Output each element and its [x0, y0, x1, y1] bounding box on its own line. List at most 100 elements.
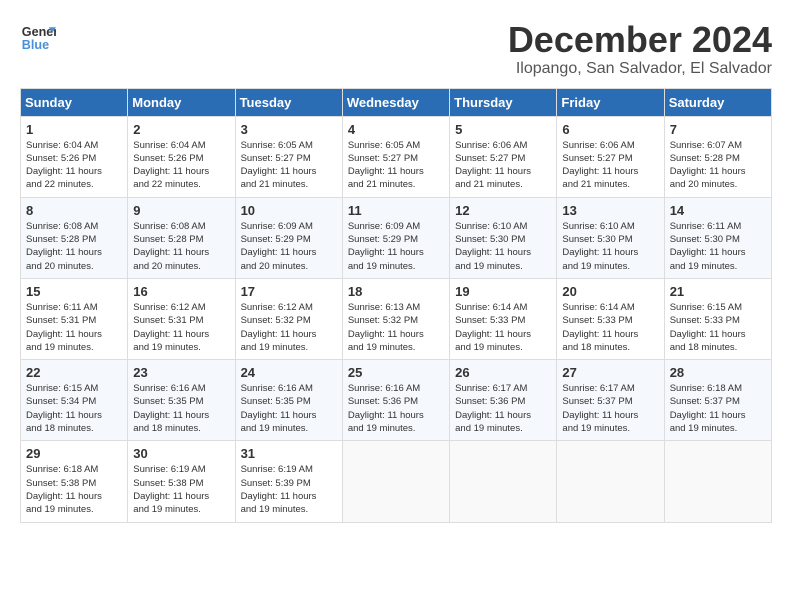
- day-of-week-header: Tuesday: [235, 88, 342, 116]
- day-number: 14: [670, 203, 766, 218]
- calendar-body: 1 Sunrise: 6:04 AM Sunset: 5:26 PM Daylig…: [21, 116, 772, 522]
- calendar-day-cell: 21Sunrise: 6:15 AM Sunset: 5:33 PM Dayli…: [664, 278, 771, 359]
- calendar-day-cell: 15Sunrise: 6:11 AM Sunset: 5:31 PM Dayli…: [21, 278, 128, 359]
- day-number: 11: [348, 203, 444, 218]
- month-title: December 2024: [508, 20, 772, 60]
- calendar-day-cell: 26Sunrise: 6:17 AM Sunset: 5:36 PM Dayli…: [450, 360, 557, 441]
- day-info: Sunrise: 6:08 AM Sunset: 5:28 PM Dayligh…: [26, 220, 122, 273]
- calendar-day-cell: 14Sunrise: 6:11 AM Sunset: 5:30 PM Dayli…: [664, 197, 771, 278]
- calendar-day-cell: 11 Sunrise: 6:09 AM Sunset: 5:29 PM Dayli…: [342, 197, 449, 278]
- calendar-week-row: 15Sunrise: 6:11 AM Sunset: 5:31 PM Dayli…: [21, 278, 772, 359]
- day-number: 12: [455, 203, 551, 218]
- day-info: Sunrise: 6:14 AM Sunset: 5:33 PM Dayligh…: [562, 301, 658, 354]
- calendar-day-cell: [450, 441, 557, 522]
- day-of-week-header: Friday: [557, 88, 664, 116]
- day-info: Sunrise: 6:09 AM Sunset: 5:29 PM Dayligh…: [348, 220, 444, 273]
- location-title: Ilopango, San Salvador, El Salvador: [508, 60, 772, 78]
- calendar-table: SundayMondayTuesdayWednesdayThursdayFrid…: [20, 88, 772, 523]
- day-info: Sunrise: 6:05 AM Sunset: 5:27 PM Dayligh…: [348, 139, 444, 192]
- day-number: 18: [348, 284, 444, 299]
- calendar-day-cell: 5 Sunrise: 6:06 AM Sunset: 5:27 PM Daylig…: [450, 116, 557, 197]
- day-number: 21: [670, 284, 766, 299]
- calendar-day-cell: 1 Sunrise: 6:04 AM Sunset: 5:26 PM Daylig…: [21, 116, 128, 197]
- day-info: Sunrise: 6:07 AM Sunset: 5:28 PM Dayligh…: [670, 139, 766, 192]
- day-number: 4: [348, 122, 444, 137]
- calendar-day-cell: 28 Sunrise: 6:18 AM Sunset: 5:37 PM Dayli…: [664, 360, 771, 441]
- day-number: 3: [241, 122, 337, 137]
- day-info: Sunrise: 6:13 AM Sunset: 5:32 PM Dayligh…: [348, 301, 444, 354]
- day-info: Sunrise: 6:06 AM Sunset: 5:27 PM Dayligh…: [455, 139, 551, 192]
- day-of-week-header: Sunday: [21, 88, 128, 116]
- day-number: 1: [26, 122, 122, 137]
- day-of-week-header: Monday: [128, 88, 235, 116]
- day-info: Sunrise: 6:16 AM Sunset: 5:35 PM Dayligh…: [133, 382, 229, 435]
- day-number: 20: [562, 284, 658, 299]
- day-info: Sunrise: 6:18 AM Sunset: 5:38 PM Dayligh…: [26, 463, 122, 516]
- day-number: 23: [133, 365, 229, 380]
- calendar-day-cell: 7 Sunrise: 6:07 AM Sunset: 5:28 PM Daylig…: [664, 116, 771, 197]
- day-number: 9: [133, 203, 229, 218]
- day-number: 31: [241, 446, 337, 461]
- day-of-week-header: Saturday: [664, 88, 771, 116]
- calendar-day-cell: 12Sunrise: 6:10 AM Sunset: 5:30 PM Dayli…: [450, 197, 557, 278]
- calendar-day-cell: 18 Sunrise: 6:13 AM Sunset: 5:32 PM Dayli…: [342, 278, 449, 359]
- calendar-day-cell: 27 Sunrise: 6:17 AM Sunset: 5:37 PM Dayli…: [557, 360, 664, 441]
- calendar-day-cell: 2 Sunrise: 6:04 AM Sunset: 5:26 PM Daylig…: [128, 116, 235, 197]
- day-info: Sunrise: 6:10 AM Sunset: 5:30 PM Dayligh…: [562, 220, 658, 273]
- calendar-day-cell: 13Sunrise: 6:10 AM Sunset: 5:30 PM Dayli…: [557, 197, 664, 278]
- svg-text:Blue: Blue: [22, 38, 49, 52]
- calendar-day-cell: 17 Sunrise: 6:12 AM Sunset: 5:32 PM Dayli…: [235, 278, 342, 359]
- day-of-week-header: Wednesday: [342, 88, 449, 116]
- day-info: Sunrise: 6:17 AM Sunset: 5:36 PM Dayligh…: [455, 382, 551, 435]
- day-number: 5: [455, 122, 551, 137]
- calendar-day-cell: 31 Sunrise: 6:19 AM Sunset: 5:39 PM Dayli…: [235, 441, 342, 522]
- day-number: 30: [133, 446, 229, 461]
- day-info: Sunrise: 6:06 AM Sunset: 5:27 PM Dayligh…: [562, 139, 658, 192]
- day-number: 6: [562, 122, 658, 137]
- title-area: December 2024 Ilopango, San Salvador, El…: [508, 20, 772, 78]
- day-number: 28: [670, 365, 766, 380]
- calendar-day-cell: 4 Sunrise: 6:05 AM Sunset: 5:27 PM Daylig…: [342, 116, 449, 197]
- day-info: Sunrise: 6:04 AM Sunset: 5:26 PM Dayligh…: [133, 139, 229, 192]
- calendar-day-cell: 30Sunrise: 6:19 AM Sunset: 5:38 PM Dayli…: [128, 441, 235, 522]
- calendar-day-cell: [557, 441, 664, 522]
- day-number: 17: [241, 284, 337, 299]
- day-info: Sunrise: 6:19 AM Sunset: 5:39 PM Dayligh…: [241, 463, 337, 516]
- day-number: 19: [455, 284, 551, 299]
- day-number: 25: [348, 365, 444, 380]
- day-info: Sunrise: 6:12 AM Sunset: 5:32 PM Dayligh…: [241, 301, 337, 354]
- day-number: 29: [26, 446, 122, 461]
- day-info: Sunrise: 6:16 AM Sunset: 5:35 PM Dayligh…: [241, 382, 337, 435]
- day-info: Sunrise: 6:14 AM Sunset: 5:33 PM Dayligh…: [455, 301, 551, 354]
- day-info: Sunrise: 6:11 AM Sunset: 5:31 PM Dayligh…: [26, 301, 122, 354]
- day-number: 10: [241, 203, 337, 218]
- calendar-day-cell: [664, 441, 771, 522]
- day-number: 22: [26, 365, 122, 380]
- calendar-day-cell: 9 Sunrise: 6:08 AM Sunset: 5:28 PM Daylig…: [128, 197, 235, 278]
- calendar-day-cell: 23 Sunrise: 6:16 AM Sunset: 5:35 PM Dayli…: [128, 360, 235, 441]
- calendar-day-cell: 20 Sunrise: 6:14 AM Sunset: 5:33 PM Dayli…: [557, 278, 664, 359]
- calendar-week-row: 29 Sunrise: 6:18 AM Sunset: 5:38 PM Dayli…: [21, 441, 772, 522]
- calendar-day-cell: 16Sunrise: 6:12 AM Sunset: 5:31 PM Dayli…: [128, 278, 235, 359]
- day-info: Sunrise: 6:16 AM Sunset: 5:36 PM Dayligh…: [348, 382, 444, 435]
- day-info: Sunrise: 6:18 AM Sunset: 5:37 PM Dayligh…: [670, 382, 766, 435]
- day-number: 27: [562, 365, 658, 380]
- day-info: Sunrise: 6:08 AM Sunset: 5:28 PM Dayligh…: [133, 220, 229, 273]
- day-info: Sunrise: 6:09 AM Sunset: 5:29 PM Dayligh…: [241, 220, 337, 273]
- day-info: Sunrise: 6:04 AM Sunset: 5:26 PM Dayligh…: [26, 139, 122, 192]
- day-info: Sunrise: 6:05 AM Sunset: 5:27 PM Dayligh…: [241, 139, 337, 192]
- calendar-day-cell: 8 Sunrise: 6:08 AM Sunset: 5:28 PM Daylig…: [21, 197, 128, 278]
- calendar-header-row: SundayMondayTuesdayWednesdayThursdayFrid…: [21, 88, 772, 116]
- calendar-week-row: 1 Sunrise: 6:04 AM Sunset: 5:26 PM Daylig…: [21, 116, 772, 197]
- day-number: 8: [26, 203, 122, 218]
- calendar-day-cell: 25 Sunrise: 6:16 AM Sunset: 5:36 PM Dayli…: [342, 360, 449, 441]
- day-info: Sunrise: 6:15 AM Sunset: 5:34 PM Dayligh…: [26, 382, 122, 435]
- day-number: 7: [670, 122, 766, 137]
- day-number: 2: [133, 122, 229, 137]
- calendar-day-cell: 22 Sunrise: 6:15 AM Sunset: 5:34 PM Dayli…: [21, 360, 128, 441]
- calendar-day-cell: 3 Sunrise: 6:05 AM Sunset: 5:27 PM Daylig…: [235, 116, 342, 197]
- day-info: Sunrise: 6:12 AM Sunset: 5:31 PM Dayligh…: [133, 301, 229, 354]
- calendar-week-row: 22 Sunrise: 6:15 AM Sunset: 5:34 PM Dayli…: [21, 360, 772, 441]
- day-info: Sunrise: 6:17 AM Sunset: 5:37 PM Dayligh…: [562, 382, 658, 435]
- logo: General Blue: [20, 20, 56, 56]
